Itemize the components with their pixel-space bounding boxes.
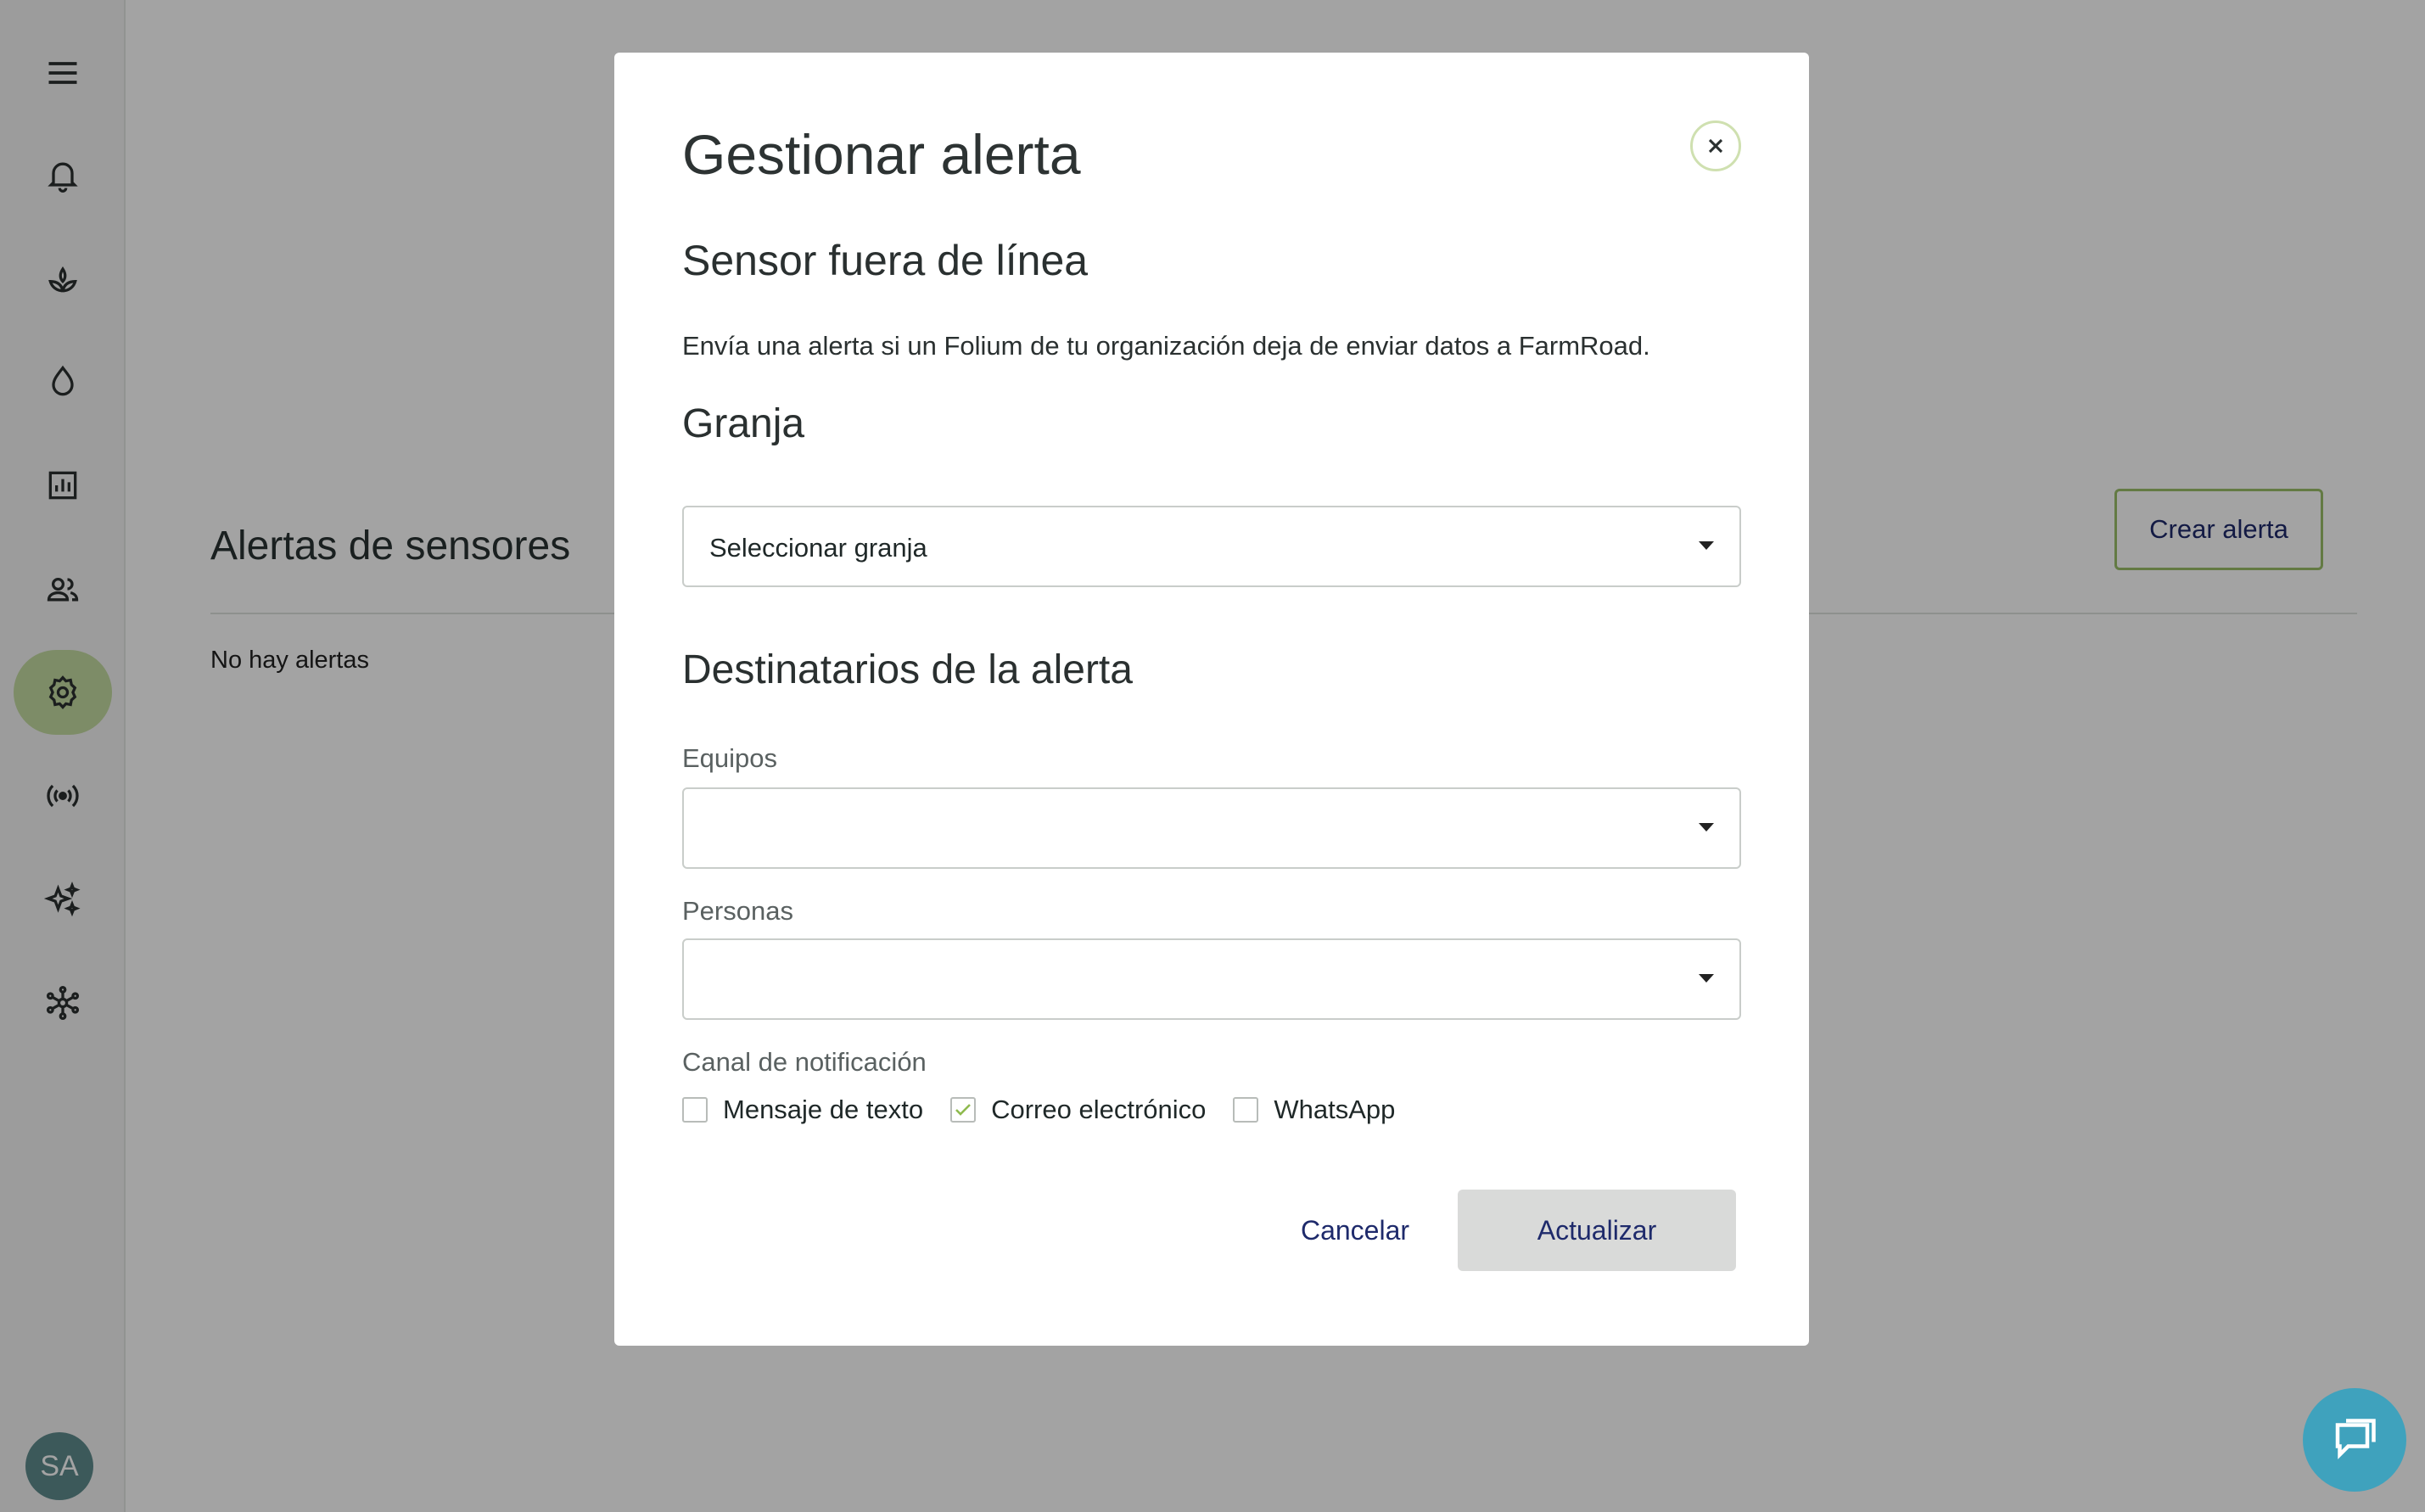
manage-alert-dialog: Gestionar alerta Sensor fuera de línea E…: [614, 53, 1809, 1346]
teams-label: Equipos: [682, 743, 778, 773]
cancel-button[interactable]: Cancelar: [1274, 1190, 1436, 1271]
chevron-down-icon: [1699, 541, 1714, 550]
email-checkbox[interactable]: [950, 1097, 977, 1123]
whatsapp-label[interactable]: WhatsApp: [1274, 1095, 1395, 1125]
whatsapp-checkbox[interactable]: [1233, 1097, 1259, 1123]
chat-icon: [2335, 1419, 2376, 1459]
recipients-section-title: Destinatarios de la alerta: [682, 647, 1133, 692]
chevron-down-icon: [1699, 974, 1714, 983]
channel-options: Mensaje de texto Correo electrónico What…: [682, 1093, 1422, 1127]
sms-checkbox[interactable]: [682, 1097, 708, 1123]
chevron-down-icon: [1699, 823, 1714, 832]
farm-select-value: Seleccionar granja: [709, 533, 927, 563]
update-button[interactable]: Actualizar: [1458, 1190, 1736, 1271]
chat-button[interactable]: [2303, 1388, 2406, 1492]
check-icon: [955, 1104, 972, 1116]
farm-select[interactable]: Seleccionar granja: [682, 506, 1741, 587]
close-button[interactable]: [1690, 120, 1741, 171]
channel-label: Canal de notificación: [682, 1047, 927, 1077]
alert-description: Envía una alerta si un Folium de tu orga…: [682, 331, 1650, 361]
people-label: Personas: [682, 896, 793, 926]
alert-type-title: Sensor fuera de línea: [682, 237, 1089, 284]
email-label[interactable]: Correo electrónico: [991, 1095, 1206, 1125]
dialog-title: Gestionar alerta: [682, 123, 1081, 186]
close-icon: [1708, 138, 1723, 154]
sms-label[interactable]: Mensaje de texto: [723, 1095, 923, 1125]
farm-section-title: Granja: [682, 401, 805, 446]
teams-select[interactable]: [682, 787, 1741, 869]
people-select[interactable]: [682, 938, 1741, 1020]
